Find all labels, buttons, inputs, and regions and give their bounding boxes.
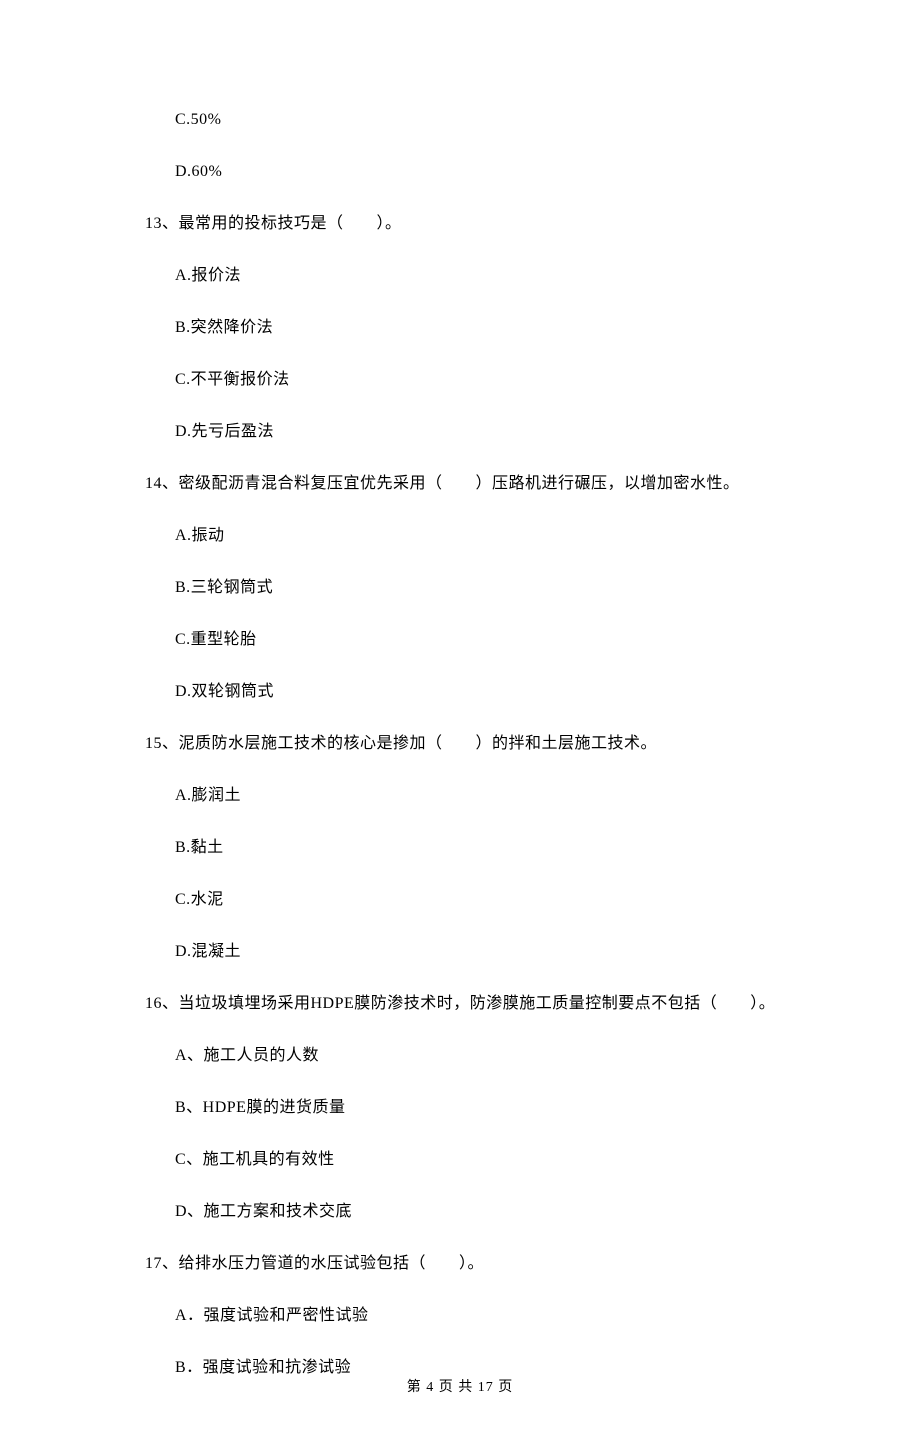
option-item: D.60% — [145, 160, 785, 184]
page-footer: 第 4 页 共 17 页 — [0, 1377, 920, 1398]
question-stem: 16、当垃圾填埋场采用HDPE膜防渗技术时，防渗膜施工质量控制要点不包括（ ）。 — [145, 992, 785, 1016]
question-stem: 17、给排水压力管道的水压试验包括（ ）。 — [145, 1252, 785, 1276]
option-item: B.黏土 — [145, 836, 785, 860]
question-stem: 14、密级配沥青混合料复压宜优先采用（ ）压路机进行碾压，以增加密水性。 — [145, 472, 785, 496]
option-item: A.膨润土 — [145, 784, 785, 808]
option-item: A．强度试验和严密性试验 — [145, 1304, 785, 1328]
option-item: A、施工人员的人数 — [145, 1044, 785, 1068]
question-text: 、当垃圾填埋场采用HDPE膜防渗技术时，防渗膜施工质量控制要点不包括（ ）。 — [162, 995, 775, 1012]
option-item: B.突然降价法 — [145, 316, 785, 340]
question-number: 14 — [145, 475, 162, 492]
option-item: D.先亏后盈法 — [145, 420, 785, 444]
question-text: 、最常用的投标技巧是（ ）。 — [162, 215, 402, 232]
option-item: B.三轮钢筒式 — [145, 576, 785, 600]
option-item: C.重型轮胎 — [145, 628, 785, 652]
option-item: D、施工方案和技术交底 — [145, 1200, 785, 1224]
question-stem: 15、泥质防水层施工技术的核心是掺加（ ）的拌和土层施工技术。 — [145, 732, 785, 756]
question-number: 16 — [145, 995, 162, 1012]
option-item: C.50% — [145, 108, 785, 132]
question-text: 、给排水压力管道的水压试验包括（ ）。 — [162, 1255, 484, 1272]
option-item: C.水泥 — [145, 888, 785, 912]
option-item: A.振动 — [145, 524, 785, 548]
question-text: 、密级配沥青混合料复压宜优先采用（ ）压路机进行碾压，以增加密水性。 — [162, 475, 740, 492]
question-text: 、泥质防水层施工技术的核心是掺加（ ）的拌和土层施工技术。 — [162, 735, 657, 752]
question-number: 13 — [145, 215, 162, 232]
option-item: B、HDPE膜的进货质量 — [145, 1096, 785, 1120]
option-item: D.双轮钢筒式 — [145, 680, 785, 704]
question-number: 15 — [145, 735, 162, 752]
option-item: C.不平衡报价法 — [145, 368, 785, 392]
option-item: A.报价法 — [145, 264, 785, 288]
option-item: D.混凝土 — [145, 940, 785, 964]
question-number: 17 — [145, 1255, 162, 1272]
option-item: C、施工机具的有效性 — [145, 1148, 785, 1172]
exam-page: C.50% D.60% 13、最常用的投标技巧是（ ）。 A.报价法 B.突然降… — [0, 0, 920, 1438]
question-stem: 13、最常用的投标技巧是（ ）。 — [145, 212, 785, 236]
